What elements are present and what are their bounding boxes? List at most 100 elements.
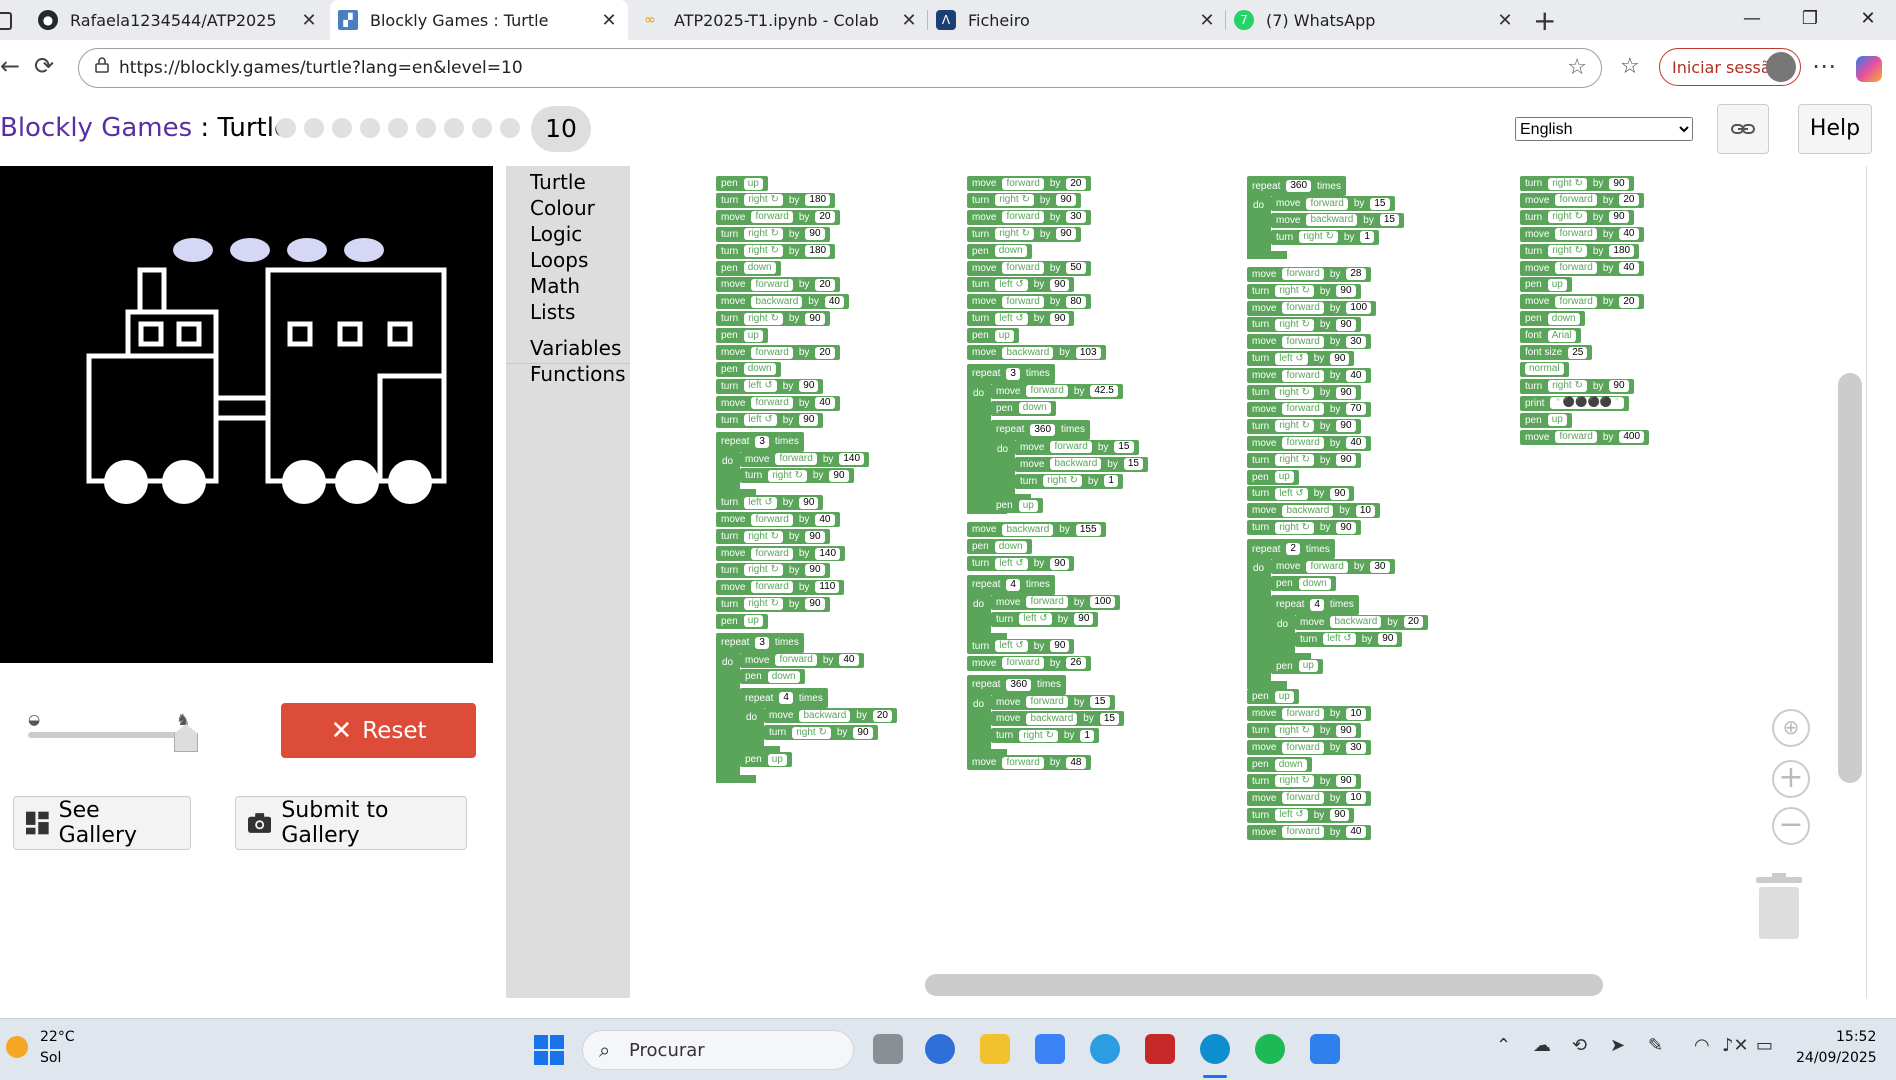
code-block[interactable]: turn right ↻ by 90 (1247, 283, 1361, 299)
block-dropdown[interactable]: forward (1282, 707, 1324, 720)
code-block[interactable]: turn left ↺ by 90 (991, 611, 1099, 627)
onedrive-icon[interactable]: ☁ (1533, 1035, 1551, 1056)
block-number[interactable]: 90 (1330, 487, 1350, 500)
block-number[interactable]: 400 (1619, 431, 1645, 443)
close-tab-icon[interactable]: ✕ (1194, 10, 1220, 31)
code-block[interactable]: move backward by 10 (1247, 503, 1380, 519)
block-number[interactable]: 40 (1346, 437, 1366, 450)
block-dropdown[interactable]: right ↻ (1275, 285, 1314, 298)
code-block[interactable]: move forward by 140 (716, 546, 846, 561)
block-label[interactable]: by (1330, 793, 1341, 804)
minimize-button[interactable]: — (1732, 8, 1772, 29)
code-block[interactable]: move backward by 20 (1295, 614, 1428, 630)
block-label[interactable]: by (789, 229, 800, 240)
block-label[interactable]: by (1040, 195, 1051, 206)
code-block[interactable]: move backward by 155 (967, 522, 1106, 538)
block-number[interactable]: 10 (1346, 707, 1366, 720)
block-label[interactable]: by (856, 710, 867, 721)
block-dropdown[interactable]: forward (751, 278, 793, 291)
code-block[interactable]: turn right ↻ by 1 (1271, 229, 1379, 245)
copilot-icon[interactable] (1856, 56, 1882, 82)
block-label[interactable]: by (1050, 757, 1061, 768)
wifi-icon[interactable]: ◠ (1694, 1035, 1710, 1056)
code-block[interactable]: move forward by 20 (1520, 294, 1644, 310)
block-number[interactable]: 90 (1336, 724, 1356, 737)
block-dropdown[interactable]: forward (1306, 197, 1348, 210)
category-loops[interactable]: Loops (530, 248, 588, 272)
block-number[interactable]: 26 (1066, 657, 1086, 670)
code-block[interactable]: move forward by 80 (967, 294, 1091, 310)
code-block[interactable]: move forward by 20 (967, 176, 1091, 191)
block-dropdown[interactable]: forward (1002, 657, 1044, 670)
block-dropdown[interactable]: Arial (1547, 329, 1576, 342)
block-number[interactable]: 90 (1336, 420, 1356, 433)
code-block[interactable]: turn left ↺ by 90 (1247, 351, 1355, 367)
block-dropdown[interactable]: forward (1002, 756, 1044, 769)
close-tab-icon[interactable]: ✕ (296, 10, 322, 31)
block-label[interactable]: by (1320, 421, 1331, 432)
repeat-block[interactable]: repeat 4 times (1271, 594, 1359, 615)
see-gallery-button[interactable]: See Gallery (13, 796, 191, 850)
block-label[interactable]: by (1593, 212, 1604, 223)
level-dot-6[interactable] (416, 118, 436, 138)
block-number[interactable]: 20 (1619, 295, 1639, 308)
block-dropdown[interactable]: forward (1282, 268, 1324, 281)
code-block[interactable]: turn left ↺ by 90 (716, 412, 824, 428)
language-select[interactable]: English (1515, 117, 1693, 141)
repeat-block[interactable]: repeat 4 times (967, 574, 1055, 595)
block-number[interactable]: 20 (1066, 177, 1086, 190)
code-block[interactable]: move forward by 20 (716, 209, 840, 225)
code-block[interactable]: pen up (967, 328, 1019, 344)
code-block[interactable]: turn left ↺ by 90 (1247, 486, 1355, 502)
block-dropdown[interactable]: forward (1002, 295, 1044, 308)
code-block[interactable]: font size 25 (1520, 345, 1593, 360)
code-block[interactable]: move forward by 40 (716, 395, 840, 411)
sync-icon[interactable]: ⟲ (1572, 1035, 1587, 1056)
block-number[interactable]: 90 (1336, 386, 1356, 399)
block-label[interactable]: by (1330, 370, 1341, 381)
block-dropdown[interactable]: down (1298, 577, 1331, 590)
block-number[interactable]: 30 (1346, 741, 1366, 754)
code-block[interactable]: turn left ↺ by 90 (1295, 631, 1403, 647)
block-dropdown[interactable]: right ↻ (1548, 177, 1587, 190)
block-label[interactable]: by (1593, 381, 1604, 392)
block-dropdown[interactable]: left ↺ (744, 380, 777, 393)
block-dropdown[interactable]: down (743, 262, 776, 274)
level-dot-1[interactable] (276, 118, 296, 138)
trash-icon[interactable] (1756, 873, 1802, 939)
tab-github[interactable]: ● Rafaela1234544/ATP2025 ✕ (30, 0, 328, 40)
block-number[interactable]: 103 (1075, 346, 1101, 359)
code-block[interactable]: move forward by 40 (1247, 824, 1371, 840)
code-block[interactable]: move forward by 400 (1520, 429, 1650, 445)
battery-icon[interactable]: ▭ (1756, 1035, 1773, 1056)
block-label[interactable]: by (1320, 725, 1331, 736)
block-number[interactable]: 90 (1609, 211, 1629, 224)
block-dropdown[interactable]: left ↺ (995, 557, 1028, 570)
block-label[interactable]: by (1050, 296, 1061, 307)
block-dropdown[interactable]: up (1547, 414, 1567, 427)
block-number[interactable]: 30 (1066, 211, 1086, 224)
code-block[interactable]: turn right ↻ by 90 (716, 311, 830, 327)
block-number[interactable]: 90 (799, 496, 819, 509)
code-block[interactable]: move backward by 40 (716, 294, 849, 310)
repeat-block[interactable]: repeat 4 times (740, 688, 828, 709)
block-dropdown[interactable]: down (767, 670, 800, 683)
speed-slider[interactable]: ◒ ♞ (28, 710, 198, 752)
block-dropdown[interactable]: right ↻ (744, 228, 783, 241)
block-dropdown[interactable]: backward (1306, 214, 1358, 227)
block-label[interactable]: by (789, 565, 800, 576)
block-label[interactable]: by (1098, 442, 1109, 453)
block-dropdown[interactable]: backward (1026, 712, 1078, 725)
signin-button[interactable]: Iniciar sessão (1659, 48, 1801, 86)
code-block[interactable]: pen up (740, 752, 792, 768)
code-block[interactable]: turn right ↻ by 90 (1247, 418, 1361, 434)
code-block[interactable]: pen up (1247, 469, 1299, 485)
taskbar-search[interactable]: ⌕ Procurar (582, 1030, 854, 1070)
repeat-count[interactable]: 3 (755, 636, 769, 649)
code-block[interactable]: turn left ↺ by 90 (967, 277, 1075, 293)
code-block[interactable]: turn right ↻ by 1 (991, 728, 1099, 744)
block-dropdown[interactable]: forward (1555, 194, 1597, 207)
block-label[interactable]: by (789, 313, 800, 324)
block-label[interactable]: by (789, 531, 800, 542)
help-button[interactable]: Help (1798, 104, 1872, 154)
